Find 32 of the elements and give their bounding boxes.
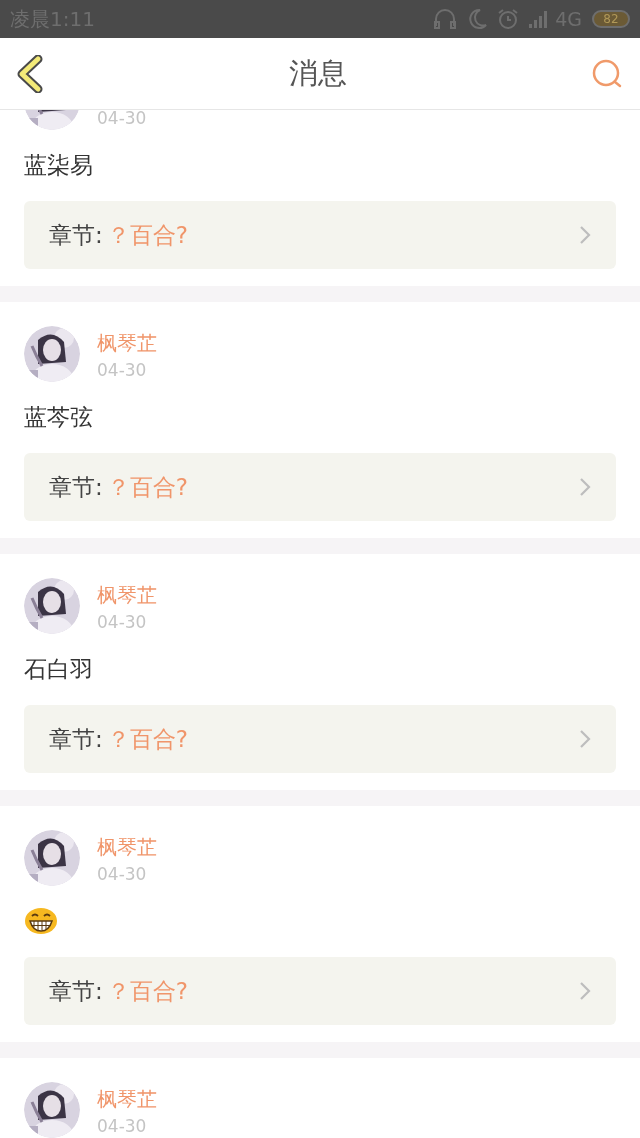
chapter-title: ？百合? bbox=[106, 976, 188, 1006]
message-date: 04-30 bbox=[97, 613, 148, 631]
chevron-right-icon bbox=[579, 729, 591, 749]
chapter-label: 章节: bbox=[49, 220, 103, 250]
moon-icon bbox=[467, 8, 488, 30]
message-date: 04-30 bbox=[97, 1117, 148, 1135]
message-text: 蓝芩弦 bbox=[24, 402, 93, 432]
page-title: 消息 bbox=[289, 54, 347, 92]
chapter-title: ？百合? bbox=[106, 472, 188, 502]
grinning-emoji-icon bbox=[24, 907, 58, 935]
message-text: 石白羽 bbox=[24, 654, 93, 684]
chapter-link[interactable]: 章节: ？百合? bbox=[24, 957, 616, 1025]
headphones-icon bbox=[433, 8, 458, 30]
message-text: 蓝柒易 bbox=[24, 150, 93, 180]
message-date: 04-30 bbox=[97, 110, 147, 127]
chevron-right-icon bbox=[579, 981, 591, 1001]
message-date: 04-30 bbox=[97, 865, 148, 883]
alarm-icon bbox=[497, 8, 520, 30]
back-icon bbox=[16, 54, 44, 93]
chapter-title: ？百合? bbox=[106, 724, 188, 754]
chapter-link[interactable]: 章节: ？百合? bbox=[24, 201, 616, 269]
battery-percent: 82 bbox=[603, 13, 619, 25]
chapter-link[interactable]: 章节: ？百合? bbox=[24, 453, 616, 521]
chapter-link[interactable]: 章节: ？百合? bbox=[24, 705, 616, 773]
search-icon bbox=[591, 57, 623, 90]
chevron-right-icon bbox=[579, 477, 591, 497]
chevron-right-icon bbox=[579, 225, 591, 245]
chapter-label: 章节: bbox=[49, 724, 103, 754]
chapter-title: ？百合? bbox=[106, 220, 188, 250]
chapter-label: 章节: bbox=[49, 472, 103, 502]
chapter-label: 章节: bbox=[49, 976, 103, 1006]
message-date: 04-30 bbox=[97, 361, 148, 379]
